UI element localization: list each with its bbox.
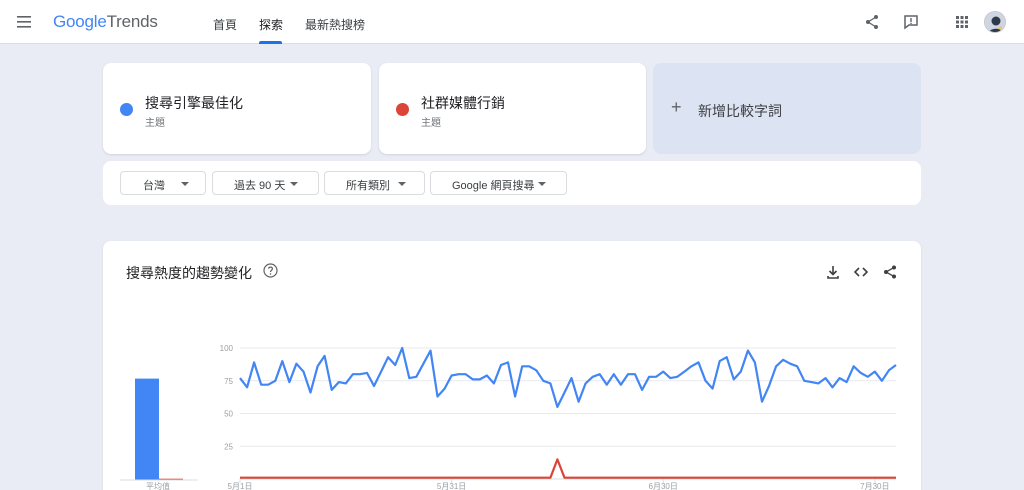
term-type: 主題 — [421, 118, 441, 129]
share-icon[interactable] — [882, 264, 898, 280]
top-bar: GoogleTrends 首頁 探索 最新熱搜榜 — [0, 0, 1024, 44]
term-card-social-media-marketing[interactable]: 社群媒體行銷 主題 — [379, 63, 646, 154]
plus-icon: + — [671, 97, 682, 117]
term-color-dot — [120, 103, 133, 116]
help-icon[interactable] — [263, 263, 278, 278]
add-term-label: 新增比較字詞 — [698, 103, 782, 119]
region-dropdown[interactable]: 台灣 — [120, 171, 206, 195]
chevron-down-icon — [538, 182, 546, 186]
chevron-down-icon — [181, 182, 189, 186]
chart-title: 搜尋熱度的趨勢變化 — [126, 265, 252, 281]
term-card-seo[interactable]: 搜尋引擎最佳化 主題 — [103, 63, 371, 154]
time-range-dropdown[interactable]: 過去 90 天 — [212, 171, 319, 195]
filter-bar: 台灣 過去 90 天 所有類別 Google 網頁搜尋 — [103, 161, 921, 205]
term-color-dot — [396, 103, 409, 116]
search-type-dropdown[interactable]: Google 網頁搜尋 — [430, 171, 567, 195]
logo-trends-text: Trends — [106, 12, 158, 31]
chevron-down-icon — [398, 182, 406, 186]
region-dropdown-label: 台灣 — [143, 180, 165, 192]
category-dropdown-label: 所有類別 — [346, 180, 390, 192]
term-name: 社群媒體行銷 — [421, 95, 505, 111]
chevron-down-icon — [290, 182, 298, 186]
tab-home[interactable]: 首頁 — [213, 16, 237, 33]
category-dropdown[interactable]: 所有類別 — [324, 171, 425, 195]
google-trends-logo[interactable]: GoogleTrends — [53, 12, 158, 32]
time-range-dropdown-label: 過去 90 天 — [234, 180, 286, 192]
apps-grid-icon[interactable] — [953, 13, 971, 31]
share-icon[interactable] — [863, 13, 881, 31]
tab-explore[interactable]: 探索 — [259, 16, 283, 33]
search-type-dropdown-label: Google 網頁搜尋 — [452, 180, 535, 192]
add-comparison-term-button[interactable]: + 新增比較字詞 — [653, 63, 921, 154]
account-avatar[interactable] — [984, 11, 1006, 33]
term-name: 搜尋引擎最佳化 — [145, 95, 243, 111]
interest-over-time-card: 搜尋熱度的趨勢變化 — [103, 241, 921, 490]
active-tab-indicator — [259, 41, 282, 44]
avatar-image-icon — [985, 12, 1005, 32]
embed-icon[interactable] — [853, 264, 869, 280]
hamburger-menu-icon[interactable] — [16, 14, 34, 30]
tab-trending-now[interactable]: 最新熱搜榜 — [305, 16, 365, 33]
feedback-icon[interactable] — [902, 13, 920, 31]
term-type: 主題 — [145, 118, 165, 129]
logo-google-text: Google — [53, 12, 107, 31]
download-icon[interactable] — [825, 264, 841, 280]
